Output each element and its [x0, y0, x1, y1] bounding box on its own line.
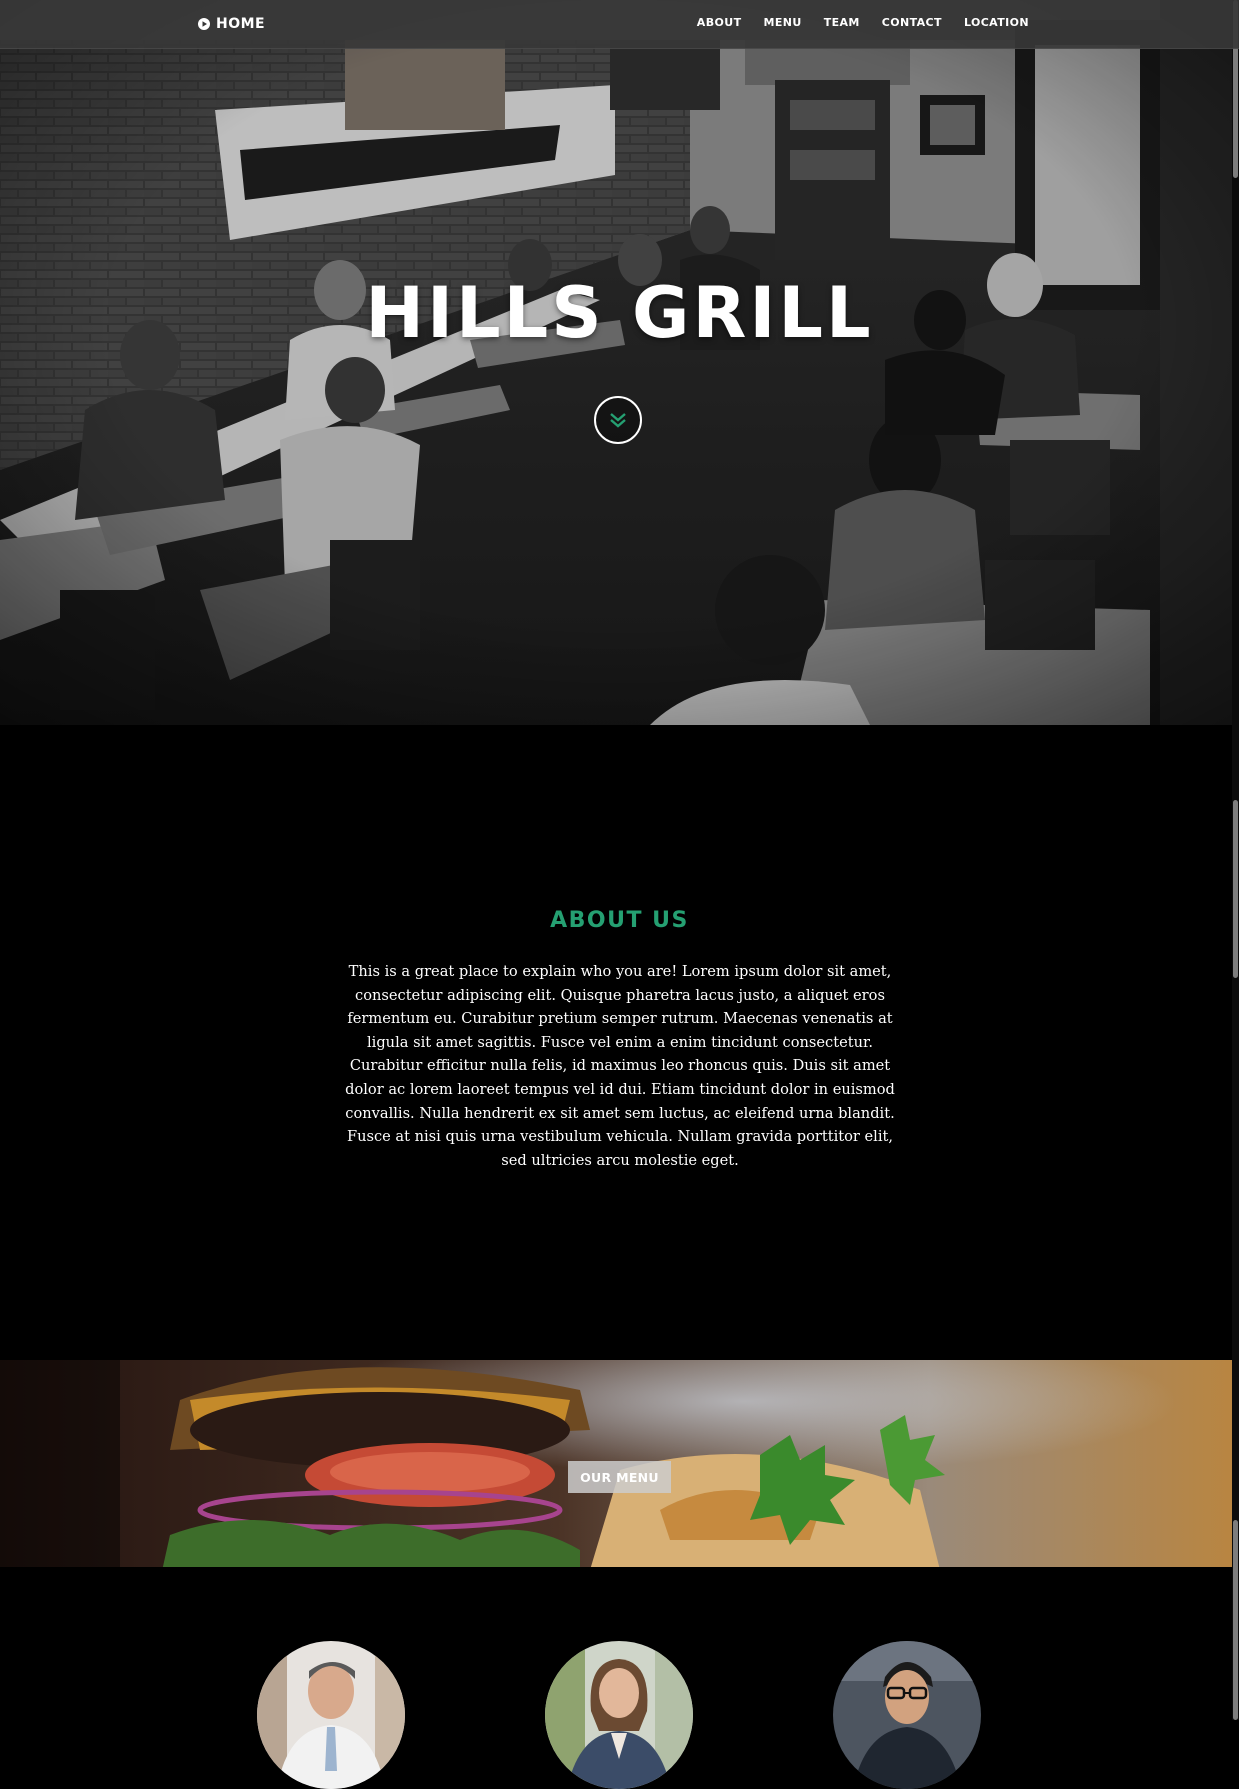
team-member-photo: [833, 1641, 981, 1789]
top-navbar: HOME ABOUT MENU TEAM CONTACT LOCATION: [0, 0, 1239, 49]
about-title: ABOUT US: [550, 908, 689, 933]
nav-links: ABOUT MENU TEAM CONTACT LOCATION: [697, 16, 1029, 29]
team-member-avatar-2[interactable]: [545, 1641, 693, 1789]
team-member-avatar-1[interactable]: [257, 1641, 405, 1789]
nav-link-about[interactable]: ABOUT: [697, 16, 742, 29]
our-menu-button[interactable]: OUR MENU: [568, 1461, 671, 1493]
nav-link-menu[interactable]: MENU: [763, 16, 801, 29]
team-member-photo: [545, 1641, 693, 1789]
restaurant-photo: [0, 0, 1239, 725]
play-circle-icon: [198, 18, 210, 30]
home-link-label: HOME: [216, 16, 266, 32]
double-chevron-down-icon: [610, 413, 626, 428]
team-member-avatar-3[interactable]: [833, 1641, 981, 1789]
nav-link-team[interactable]: TEAM: [824, 16, 860, 29]
hero-title: HILLS GRILL: [365, 272, 874, 354]
nav-link-location[interactable]: LOCATION: [964, 16, 1029, 29]
scrollbar-thumb-about[interactable]: [1233, 800, 1238, 978]
about-text: This is a great place to explain who you…: [345, 963, 895, 1169]
team-member-photo: [257, 1641, 405, 1789]
hero-section: HILLS GRILL: [0, 0, 1239, 725]
home-link[interactable]: HOME: [198, 14, 265, 34]
scroll-down-button[interactable]: [594, 396, 642, 444]
scrollbar-thumb-menu[interactable]: [1233, 1520, 1238, 1720]
page-scrollbar[interactable]: [1232, 0, 1239, 1720]
nav-link-contact[interactable]: CONTACT: [882, 16, 942, 29]
